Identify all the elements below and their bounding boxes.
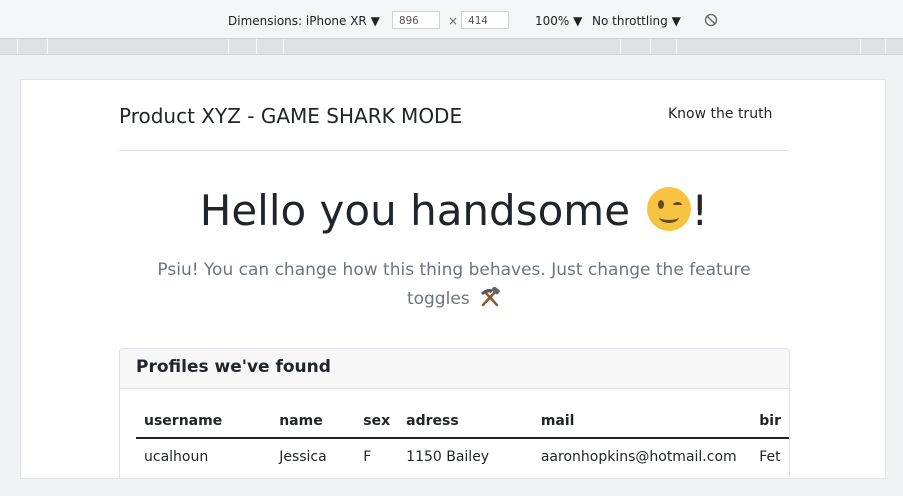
- device-viewport: Product XYZ - GAME SHARK MODE Know the t…: [20, 79, 886, 479]
- viewport-width-input[interactable]: [392, 11, 440, 29]
- cell-birth: Fet: [759, 449, 781, 465]
- table-header-row: username name sex adress mail bir: [136, 409, 789, 439]
- column-header-mail: mail: [532, 409, 752, 439]
- hero-lead-text: Psiu! You can change how this thing beha…: [157, 260, 751, 309]
- column-header-name: name: [271, 409, 356, 439]
- profiles-card: Profiles we've found username name sex a…: [119, 348, 790, 478]
- profiles-card-title: Profiles we've found: [120, 349, 789, 389]
- hero-title-suffix: !: [691, 186, 709, 235]
- viewport-height-input[interactable]: [461, 11, 509, 29]
- column-header-adress: adress: [398, 409, 533, 439]
- header-divider: [119, 150, 789, 151]
- zoom-dropdown[interactable]: 100% ▼: [535, 14, 582, 28]
- dimension-separator: ×: [448, 14, 459, 28]
- hero-lead: Psiu! You can change how this thing beha…: [151, 256, 757, 314]
- cell-sex: F: [363, 449, 372, 465]
- winking-face-icon: [647, 187, 692, 231]
- column-header-username: username: [136, 409, 272, 439]
- cell-adress: 1150 Bailey: [406, 449, 490, 465]
- nav-link-know-the-truth[interactable]: Know the truth: [668, 106, 772, 122]
- cell-username: ucalhoun: [144, 449, 209, 465]
- throttling-dropdown[interactable]: No throttling ▼: [592, 14, 681, 28]
- hero-title-text: Hello you handsome: [199, 186, 631, 235]
- device-dimensions-dropdown[interactable]: Dimensions: iPhone XR ▼: [228, 14, 380, 28]
- table-row: ucalhoun Jessica F 1150 Bailey aaronhopk…: [136, 438, 789, 475]
- hammer-and-pick-icon: [481, 287, 500, 307]
- column-header-sex: sex: [355, 409, 399, 439]
- media-query-ruler[interactable]: [0, 38, 903, 55]
- cell-name: Jessica: [279, 449, 327, 465]
- cell-mail: aaronhopkins@hotmail.com: [540, 449, 737, 465]
- profiles-table: username name sex adress mail bir ucalho…: [136, 409, 789, 475]
- navbar-brand[interactable]: Product XYZ - GAME SHARK MODE: [119, 104, 462, 128]
- devtools-device-toolbar: Dimensions: iPhone XR ▼ × 100% ▼ No thro…: [0, 0, 903, 38]
- hero-title: Hello you handsome !: [21, 186, 885, 235]
- column-header-birth: bir: [751, 409, 789, 439]
- rotate-icon[interactable]: [704, 13, 718, 27]
